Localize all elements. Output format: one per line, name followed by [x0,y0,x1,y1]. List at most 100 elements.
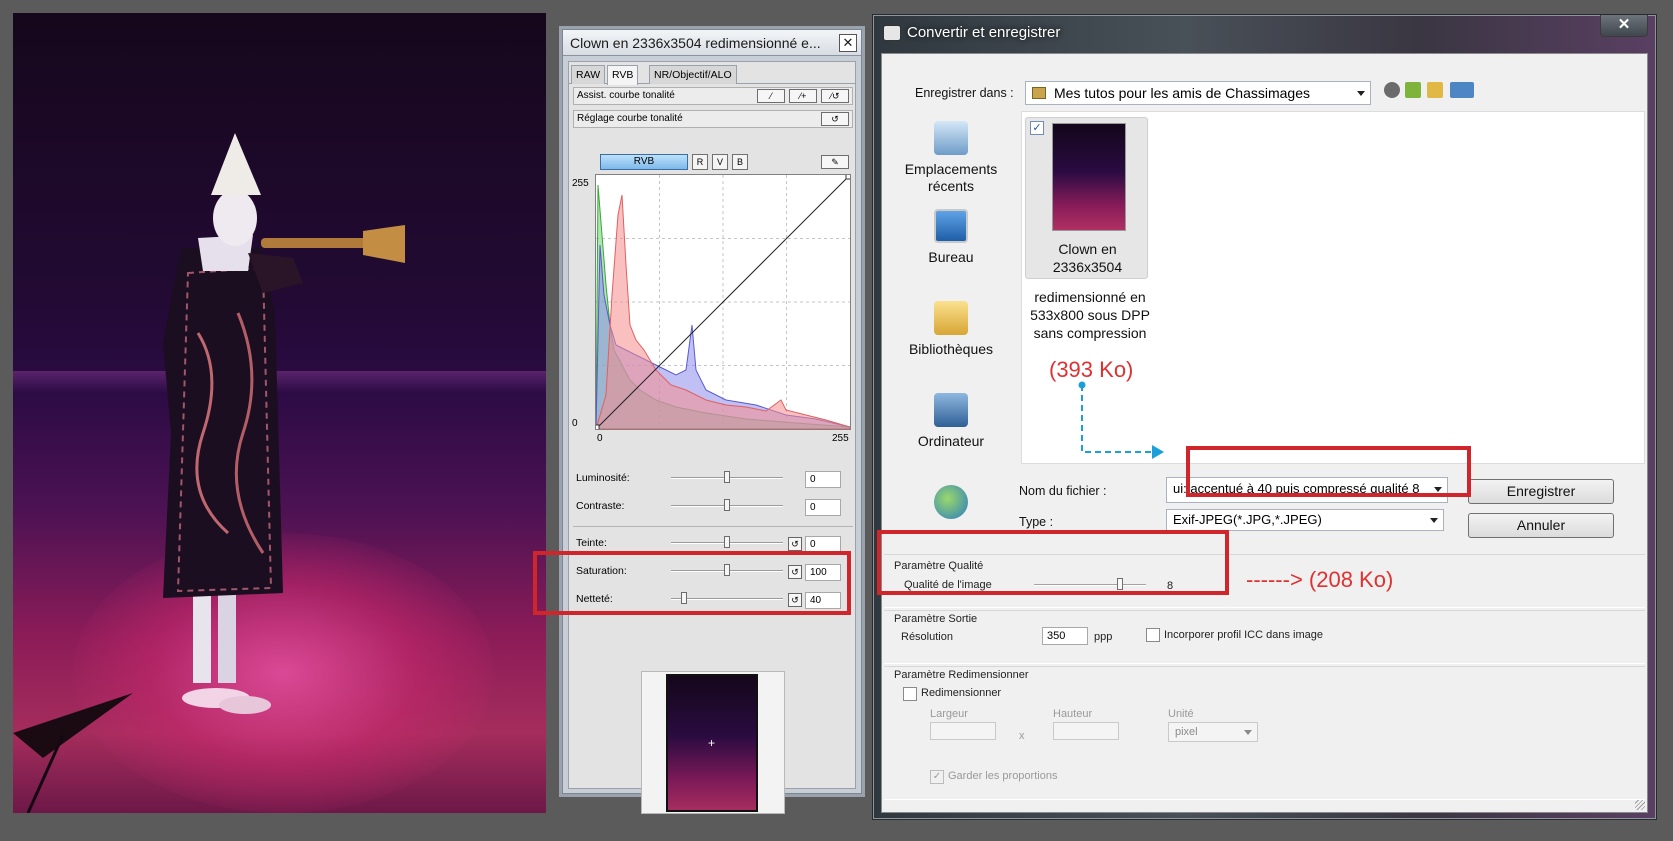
file-item[interactable]: ✓ Clown en 2336x3504 [1025,117,1148,279]
resize-group-title: Paramètre Redimensionner [894,669,1029,681]
hue-label: Teinte: [576,537,607,549]
hue-thumb[interactable] [724,536,730,548]
tone-curve-adjust-row: Réglage courbe tonalité [573,110,853,128]
up-folder-icon[interactable] [1405,82,1421,98]
tool-palette-title: Clown en 2336x3504 redimensionné e... [570,35,821,51]
brightness-thumb[interactable] [724,471,730,483]
output-group: Paramètre Sortie Résolution 350 ppp Inco… [884,610,1645,664]
size-after-note: ------> (208 Ko) [1246,567,1394,592]
tool-palette-close-button[interactable]: ✕ [839,34,857,52]
height-input[interactable] [1053,722,1119,740]
chevron-down-icon [1430,518,1438,523]
tab-rvb[interactable]: RVB [607,65,639,85]
cancel-button[interactable]: Annuler [1468,513,1614,538]
tab-raw[interactable]: RAW [571,65,606,84]
assist-reset-button[interactable]: ⁄↺ [821,89,849,103]
place-network[interactable] [882,485,1020,525]
type-value: Exif-JPEG(*.JPG,*.JPEG) [1173,512,1322,527]
channel-r-button[interactable]: R [692,154,708,170]
resolution-input[interactable]: 350 [1042,627,1088,645]
curve-point-low [593,424,600,431]
keep-ratio-checkbox[interactable]: ✓ [930,770,944,784]
filename-label: Nom du fichier : [1019,484,1107,498]
computer-icon [934,393,968,427]
hue-reset-icon[interactable]: ↺ [788,537,802,551]
save-in-label: Enregistrer dans : [915,86,1014,100]
libraries-icon [934,301,968,335]
folder-icon [1032,87,1046,99]
curve-y-min: 0 [572,418,578,429]
curve-x-max: 255 [832,433,849,444]
place-desktop[interactable]: Bureau [882,209,1020,266]
save-button[interactable]: Enregistrer [1468,479,1614,504]
resize-label: Redimensionner [921,687,1002,699]
new-folder-icon[interactable] [1427,82,1443,98]
unit-combo[interactable]: pixel [1168,722,1258,742]
place-libraries[interactable]: Bibliothèques [882,301,1020,358]
contrast-value[interactable]: 0 [805,499,841,516]
width-input[interactable] [930,722,996,740]
clown-figure [13,133,405,813]
unit-value: pixel [1175,726,1198,738]
place-desktop-label: Bureau [928,249,974,265]
curve-point-high [845,173,852,180]
type-combo[interactable]: Exif-JPEG(*.JPG,*.JPEG) [1166,509,1444,531]
desktop-icon [934,209,968,243]
place-recent-label: Emplacements récents [904,161,998,194]
keep-ratio-label: Garder les proportions [948,770,1058,782]
unit-label: Unité [1168,708,1194,720]
resize-checkbox[interactable] [903,687,917,701]
brightness-value[interactable]: 0 [805,471,841,488]
curve-reset-button[interactable]: ↺ [821,112,849,126]
resolution-label: Résolution [901,631,953,643]
crosshair-icon: + [708,736,716,750]
quality-highlight [877,530,1229,595]
tab-nr-objectif-alo[interactable]: NR/Objectif/ALO [649,65,737,84]
tool-tabs: RAW RVB NR/Objectif/ALO [569,62,855,85]
resize-grip-icon[interactable] [1635,800,1645,810]
save-in-value: Mes tutos pour les amis de Chassimages [1054,85,1310,101]
dialog-client: Enregistrer dans : Mes tutos pour les am… [881,53,1648,813]
icc-label: Incorporer profil ICC dans image [1164,629,1323,641]
place-computer-label: Ordinateur [917,433,985,449]
assist-auto-button[interactable]: ⁄+ [789,89,817,103]
file-item-checkbox[interactable]: ✓ [1030,121,1044,135]
network-icon [934,485,968,519]
channel-b-button[interactable]: B [732,154,748,170]
times-label: x [1019,730,1025,742]
contrast-thumb[interactable] [724,499,730,511]
clown-photo [13,13,546,813]
navigator-thumbnail: + [666,674,758,812]
assist-linear-button[interactable]: ⁄ [757,89,785,103]
width-label: Largeur [930,708,968,720]
brightness-label: Luminosité: [576,472,630,484]
type-label: Type : [1019,515,1054,529]
view-menu-icon[interactable] [1450,82,1474,98]
file-item-name-line1: Clown en [1058,241,1117,257]
curve-y-max: 255 [572,178,589,189]
tool-palette-titlebar[interactable]: Clown en 2336x3504 redimensionné e... ✕ [563,30,861,56]
height-label: Hauteur [1053,708,1093,720]
chevron-down-icon [1244,730,1252,735]
histogram-svg [593,173,852,431]
place-recent[interactable]: Emplacements récents [882,121,1020,195]
resolution-unit: ppp [1094,631,1113,643]
icc-checkbox[interactable] [1146,628,1160,642]
save-in-combo[interactable]: Mes tutos pour les amis de Chassimages [1025,81,1371,105]
sharpness-highlight [533,551,851,615]
tone-curve-assist-label: Assist. courbe tonalité [577,90,675,101]
tool-palette: Clown en 2336x3504 redimensionné e... ✕ … [562,29,862,814]
channel-rvb-button[interactable]: RVB [600,154,688,170]
back-icon[interactable] [1384,82,1400,98]
navigator-preview[interactable]: + [641,671,785,814]
file-item-name-rest: redimensionné en 533x800 sous DPP sans c… [1030,289,1150,341]
channel-v-button[interactable]: V [712,154,728,170]
dialog-title: Convertir et enregistrer [907,24,1061,41]
output-group-title: Paramètre Sortie [894,613,978,625]
file-list[interactable]: ✓ Clown en 2336x3504 redimensionné en 53… [1021,111,1645,464]
eyedropper-icon[interactable]: ✎ [821,155,849,169]
dialog-close-button[interactable]: ✕ [1600,15,1648,37]
place-computer[interactable]: Ordinateur [882,393,1020,450]
tone-curve-graph[interactable] [593,173,852,431]
curve-x-min: 0 [597,433,603,444]
